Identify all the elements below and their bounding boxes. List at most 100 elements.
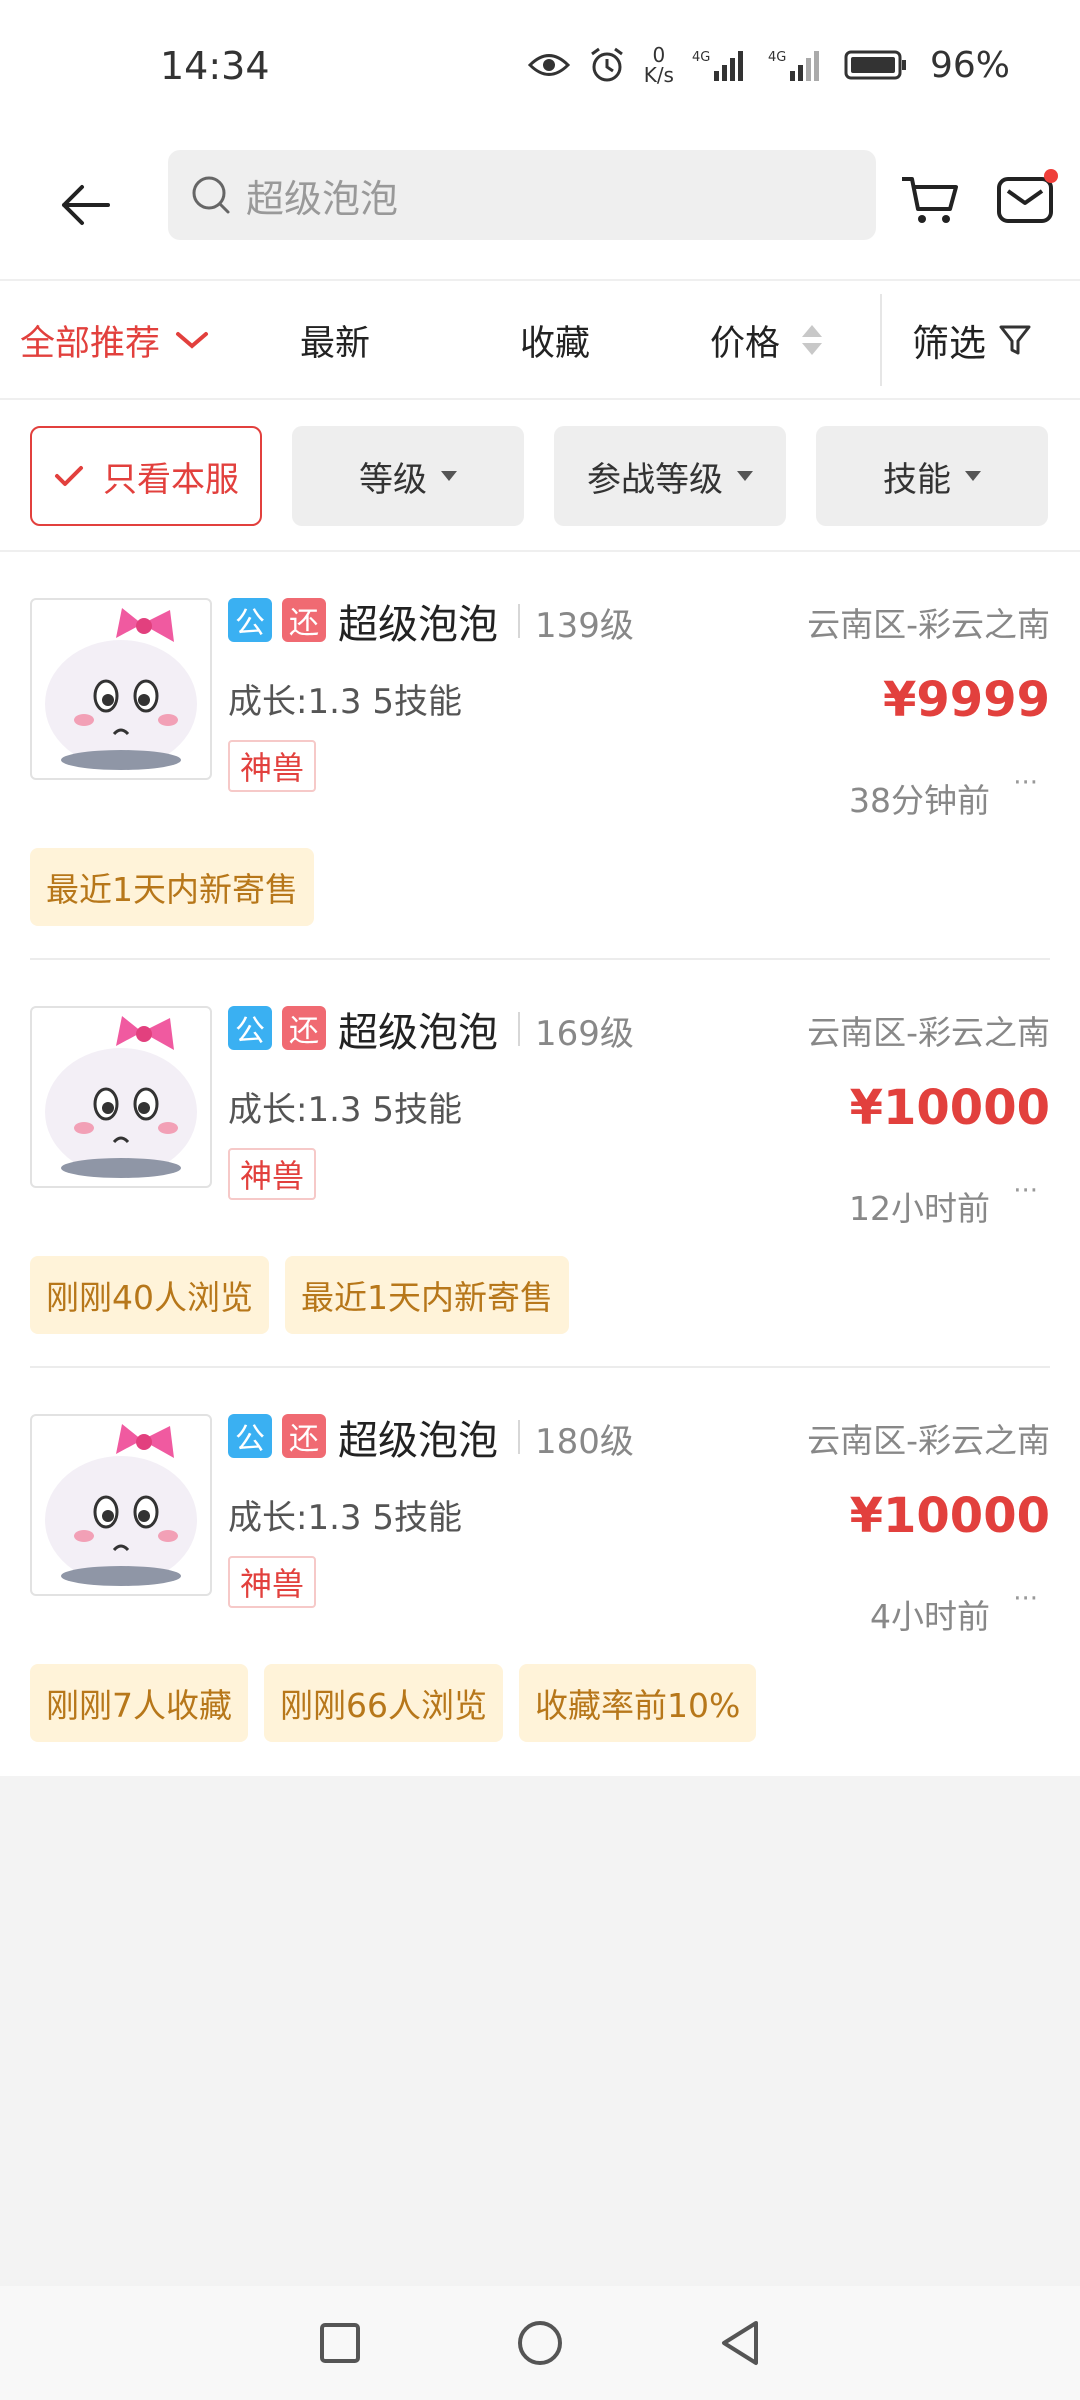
item-level: 139级 [535,606,634,646]
tab-favorite[interactable]: 收藏 [520,282,590,398]
divine-beast-tag: 神兽 [228,1556,317,1608]
item-price: ¥10000 [849,1488,1050,1544]
cart-icon [902,177,958,223]
hint-badge: 刚刚40人浏览 [30,1256,269,1334]
tab-price[interactable]: 价格 [710,282,823,398]
caret-down-icon [965,471,981,481]
sort-bar: 全部推荐 最新 收藏 价格 筛选 [0,282,1080,398]
divider [880,294,882,386]
status-bar: 14:34 0 K/s 4G 4G 96% [0,0,1080,130]
hint-row: 最近1天内新寄售 [30,848,314,926]
listed-time: 38分钟前 [849,781,990,820]
item-name: 超级泡泡 [338,1418,498,1464]
divine-beast-tag: 神兽 [228,740,317,792]
hint-row: 刚刚40人浏览 最近1天内新寄售 [30,1256,569,1334]
tab-newest[interactable]: 最新 [300,282,370,398]
pet-thumbnail [30,1414,212,1596]
mail-icon [997,177,1053,223]
public-badge: 公 [228,1006,272,1050]
item-price: ¥9999 [883,672,1050,728]
header: 超级泡泡 [0,130,1080,280]
chip-label: 参战等级 [587,459,723,500]
svg-text:4G: 4G [768,50,786,65]
search-input[interactable]: 超级泡泡 [168,150,876,240]
chip-label: 技能 [883,459,951,500]
battery-icon [844,49,908,81]
item-server: 云南区-彩云之南 [807,605,1050,644]
divider [0,279,1080,281]
item-server: 云南区-彩云之南 [807,1421,1050,1460]
triangle-back-icon [722,2321,758,2365]
public-badge: 公 [228,598,272,642]
net-speed: 0 K/s [643,43,674,87]
cart-button[interactable] [895,165,965,235]
divider [518,1012,520,1046]
status-time: 14:34 [160,44,270,88]
more-options-button[interactable]: ··· [1013,1584,1038,1614]
alarm-icon [588,46,626,84]
system-nav-bar [0,2286,1080,2400]
item-price: ¥10000 [849,1080,1050,1136]
item-server: 云南区-彩云之南 [807,1013,1050,1052]
tab-label: 全部推荐 [20,323,161,364]
return-badge: 还 [282,598,326,642]
item-name: 超级泡泡 [338,602,498,648]
divider [518,604,520,638]
notification-dot [1044,169,1058,183]
check-icon [55,466,83,486]
circle-icon [518,2321,562,2365]
battery-percent: 96% [929,44,1010,86]
tab-label: 筛选 [912,322,986,365]
chip-skill[interactable]: 技能 [816,426,1048,526]
eye-icon [527,50,570,80]
more-options-button[interactable]: ··· [1013,768,1038,798]
chip-label: 只看本服 [103,459,239,500]
listing-card[interactable]: 公 还 超级泡泡 139级 云南区-彩云之南 成长:1.3 5技能 ¥9999 … [0,552,1080,960]
search-icon [190,174,232,216]
funnel-icon [999,325,1031,355]
return-badge: 还 [282,1414,326,1458]
return-badge: 还 [282,1006,326,1050]
item-stats: 成长:1.3 5技能 [228,1090,462,1130]
divine-beast-tag: 神兽 [228,1148,317,1200]
hint-badge: 刚刚7人收藏 [30,1664,248,1742]
tab-all-recommended[interactable]: 全部推荐 [20,282,212,398]
item-level: 169级 [535,1014,634,1054]
back-button[interactable] [50,170,120,240]
item-stats: 成长:1.3 5技能 [228,1498,462,1538]
filter-button[interactable]: 筛选 [912,282,1032,398]
pet-thumbnail [30,1006,212,1188]
recent-apps-button[interactable] [310,2313,370,2373]
more-options-button[interactable]: ··· [1013,1176,1038,1206]
pet-thumbnail [30,598,212,780]
filter-chips: 只看本服 等级 参战等级 技能 [0,400,1080,550]
hint-badge: 最近1天内新寄售 [30,848,314,926]
tab-label: 最新 [300,323,371,364]
mail-button[interactable] [990,165,1060,235]
hint-row: 刚刚7人收藏 刚刚66人浏览 收藏率前10% [30,1664,757,1742]
sort-arrows-icon [802,325,823,355]
chevron-down-icon [176,332,209,349]
chip-label: 等级 [359,459,427,500]
item-stats: 成长:1.3 5技能 [228,682,462,722]
chip-server-only[interactable]: 只看本服 [30,426,262,526]
chip-level[interactable]: 等级 [292,426,524,526]
caret-down-icon [737,471,753,481]
caret-down-icon [441,471,457,481]
hint-badge: 收藏率前10% [519,1664,757,1742]
back-nav-button[interactable] [710,2313,770,2373]
signal-icon: 4G [768,47,826,83]
listed-time: 12小时前 [849,1189,990,1228]
item-level: 180级 [535,1422,634,1462]
tab-label: 收藏 [520,323,591,364]
chip-battle-level[interactable]: 参战等级 [554,426,786,526]
back-arrow-icon [62,185,110,225]
listed-time: 4小时前 [870,1597,990,1636]
signal-icon: 4G [692,47,750,83]
divider [518,1420,520,1454]
search-placeholder: 超级泡泡 [246,176,399,221]
home-button[interactable] [510,2313,570,2373]
listing-card[interactable]: 公 还 超级泡泡 169级 云南区-彩云之南 成长:1.3 5技能 ¥10000… [0,960,1080,1368]
listing-card[interactable]: 公 还 超级泡泡 180级 云南区-彩云之南 成长:1.3 5技能 ¥10000… [0,1368,1080,1776]
tab-label: 价格 [710,323,781,364]
